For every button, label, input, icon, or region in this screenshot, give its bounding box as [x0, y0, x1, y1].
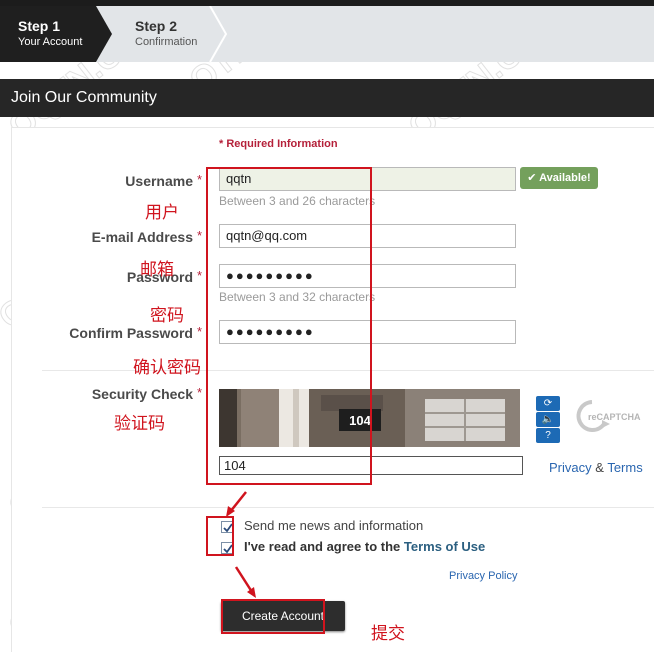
required-mark: * [197, 324, 203, 339]
annotation-submit: 提交 [371, 624, 405, 644]
required-mark: * [197, 228, 203, 243]
checkmark-icon [223, 544, 233, 554]
username-available-badge: ✔ Available! [520, 167, 598, 189]
required-mark: * [197, 385, 203, 400]
terms-checkbox[interactable] [221, 542, 233, 554]
password-hint: Between 3 and 32 characters [219, 290, 376, 304]
privacy-policy-link[interactable]: Privacy Policy [449, 570, 517, 582]
terms-of-use-link[interactable]: Terms of Use [404, 539, 485, 554]
username-input[interactable]: qqtn [219, 167, 516, 191]
section-header: Join Our Community [0, 79, 654, 117]
captcha-number: 104 [349, 413, 371, 428]
step-1-active: Step 1 Your Account [0, 6, 112, 62]
password-input[interactable]: ●●●●●●●●● [219, 264, 516, 288]
confirm-password-label: Confirm Password [69, 325, 193, 341]
ampersand: & [595, 460, 604, 475]
annotation-captcha: 验证码 [114, 414, 165, 434]
step-1-title: Step 1 [18, 18, 61, 34]
captcha-privacy-link[interactable]: Privacy [549, 460, 592, 475]
confirm-password-input[interactable]: ●●●●●●●●● [219, 320, 516, 344]
step-2-subtitle: Confirmation [135, 36, 198, 48]
security-check-label: Security Check [91, 386, 193, 402]
divider [42, 507, 654, 508]
step-2: Step 2 Confirmation [112, 6, 228, 62]
required-mark: * [197, 172, 203, 187]
username-hint: Between 3 and 26 characters [219, 194, 376, 208]
annotation-password: 密码 [150, 306, 184, 326]
recaptcha-label: reCAPTCHA [588, 412, 641, 422]
checkmark-icon [223, 523, 233, 533]
annotation-username: 用户 [145, 203, 179, 223]
username-label: Username [125, 173, 193, 189]
email-label: E-mail Address [91, 229, 193, 245]
news-checkbox-label: Send me news and information [244, 518, 424, 533]
captcha-links: Privacy & Terms [549, 460, 643, 475]
news-checkbox[interactable] [221, 521, 233, 533]
terms-checkbox-label: I've read and agree to the Terms of Use [244, 539, 485, 554]
required-mark: * [197, 268, 203, 283]
recaptcha-logo: reCAPTCHA [576, 400, 641, 432]
email-input[interactable]: qqtn@qq.com [219, 224, 516, 248]
create-account-button[interactable]: Create Account [221, 601, 345, 631]
annotation-email: 邮箱 [140, 260, 174, 280]
page-title: Join Our Community [11, 89, 157, 106]
step-2-title: Step 2 [135, 18, 178, 34]
captcha-help-icon[interactable]: ? [536, 428, 560, 443]
step-1-subtitle: Your Account [18, 36, 83, 48]
captcha-input[interactable]: 104 [219, 456, 523, 475]
required-info-note: * Required Information [219, 138, 338, 150]
captcha-image: 104 [219, 389, 520, 447]
captcha-terms-link[interactable]: Terms [607, 460, 642, 475]
step-progress-bar: Step 1 Your Account Step 2 Confirmation [0, 6, 654, 62]
captcha-audio-icon[interactable]: 🔈 [536, 412, 560, 427]
captcha-photo: 104 [219, 389, 520, 447]
annotation-confirm: 确认密码 [133, 358, 201, 378]
captcha-refresh-icon[interactable]: ⟳ [536, 396, 560, 411]
terms-text: I've read and agree to the [244, 539, 404, 554]
